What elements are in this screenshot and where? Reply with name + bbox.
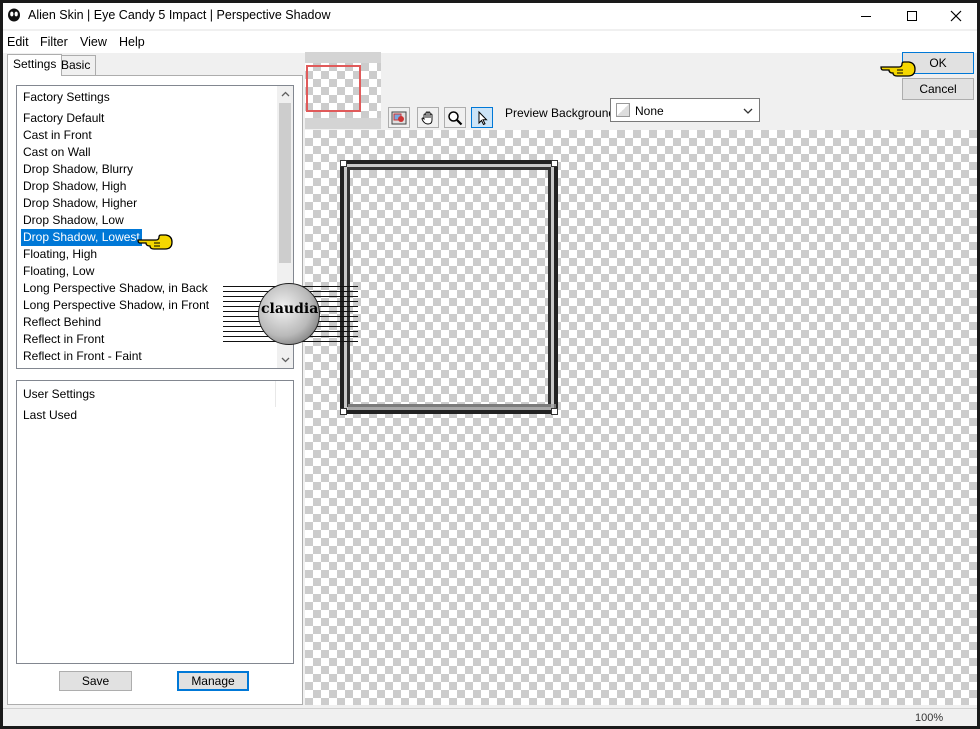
list-header-factory-settings: Factory Settings xyxy=(23,90,110,104)
transform-handle[interactable] xyxy=(340,160,347,167)
pointer-tool-button[interactable] xyxy=(471,107,493,128)
list-item[interactable]: Reflect Behind xyxy=(21,314,103,331)
swatch-icon xyxy=(616,103,630,117)
transform-handle[interactable] xyxy=(340,408,347,415)
pointer-icon xyxy=(478,110,488,125)
list-item[interactable]: Drop Shadow, Low xyxy=(21,212,126,229)
list-item[interactable]: Last Used xyxy=(21,407,79,424)
hand-icon xyxy=(421,111,433,124)
scroll-down-button[interactable] xyxy=(277,352,293,368)
cancel-button[interactable]: Cancel xyxy=(902,78,974,100)
pointing-hand-icon xyxy=(880,61,916,77)
list-item[interactable]: Floating, High xyxy=(21,246,99,263)
preview-background-select[interactable]: None xyxy=(610,98,760,122)
maximize-icon xyxy=(907,11,917,21)
list-item[interactable]: Floating, Low xyxy=(21,263,96,280)
list-item-selected[interactable]: Drop Shadow, Lowest xyxy=(21,229,142,246)
watermark: claudia xyxy=(223,278,358,348)
navigate-tool-button[interactable] xyxy=(388,107,410,128)
pointing-hand-icon xyxy=(137,234,173,250)
minimize-button[interactable] xyxy=(843,3,889,29)
save-button[interactable]: Save xyxy=(59,671,132,691)
status-bar: 100% xyxy=(3,708,977,726)
menu-edit[interactable]: Edit xyxy=(7,35,29,49)
user-list-scroll-gutter xyxy=(275,381,293,407)
navigate-icon xyxy=(391,111,407,124)
preview-background-value: None xyxy=(635,104,664,118)
title-bar: Alien Skin | Eye Candy 5 Impact | Perspe… xyxy=(3,3,977,29)
list-item[interactable]: Long Perspective Shadow, in Back xyxy=(21,280,210,297)
frame-preview xyxy=(340,160,558,414)
user-settings-list[interactable]: User Settings Last Used xyxy=(16,380,294,664)
preview-canvas[interactable] xyxy=(305,130,977,705)
window-title: Alien Skin | Eye Candy 5 Impact | Perspe… xyxy=(28,8,331,22)
watermark-text: claudia xyxy=(261,301,319,317)
scroll-up-button[interactable] xyxy=(277,86,293,102)
chevron-down-icon xyxy=(281,357,289,363)
zoom-level: 100% xyxy=(915,712,944,724)
zoom-tool-button[interactable] xyxy=(444,107,466,128)
list-item[interactable]: Long Perspective Shadow, in Front xyxy=(21,297,211,314)
list-item[interactable]: Reflect in Front - Faint xyxy=(21,348,144,365)
chevron-down-icon xyxy=(743,108,753,114)
close-icon xyxy=(950,10,962,22)
menu-filter[interactable]: Filter xyxy=(40,35,68,49)
navigator-viewport[interactable] xyxy=(306,65,361,112)
list-item[interactable]: Drop Shadow, Blurry xyxy=(21,161,135,178)
chevron-up-icon xyxy=(281,91,289,97)
close-window-button[interactable] xyxy=(933,3,979,29)
preview-background-label: Preview Background: xyxy=(505,106,619,120)
menu-view[interactable]: View xyxy=(80,35,107,49)
tab-settings[interactable]: Settings xyxy=(7,54,63,76)
list-item[interactable]: Drop Shadow, High xyxy=(21,178,128,195)
list-item[interactable]: Reflect in Front xyxy=(21,331,106,348)
navigator-thumbnail[interactable] xyxy=(305,63,381,118)
transform-handle[interactable] xyxy=(551,160,558,167)
hand-tool-button[interactable] xyxy=(417,107,439,128)
list-item[interactable]: Cast in Front xyxy=(21,127,94,144)
list-header-user-settings: User Settings xyxy=(23,387,96,401)
zoom-icon xyxy=(448,110,463,125)
list-item[interactable]: Factory Default xyxy=(21,110,106,127)
scroll-thumb[interactable] xyxy=(279,103,291,263)
maximize-button[interactable] xyxy=(889,3,935,29)
menu-bar: Edit Filter View Help xyxy=(3,31,977,53)
transform-handle[interactable] xyxy=(551,408,558,415)
alien-skin-icon xyxy=(8,8,20,22)
list-item[interactable]: Cast on Wall xyxy=(21,144,93,161)
minimize-icon xyxy=(861,16,871,17)
list-item[interactable]: Drop Shadow, Higher xyxy=(21,195,139,212)
menu-help[interactable]: Help xyxy=(119,35,145,49)
settings-panel: Factory Settings Factory Default Cast in… xyxy=(7,75,303,705)
shadow-preview xyxy=(348,404,556,410)
manage-button[interactable]: Manage xyxy=(177,671,249,691)
app-window: Alien Skin | Eye Candy 5 Impact | Perspe… xyxy=(0,0,980,729)
